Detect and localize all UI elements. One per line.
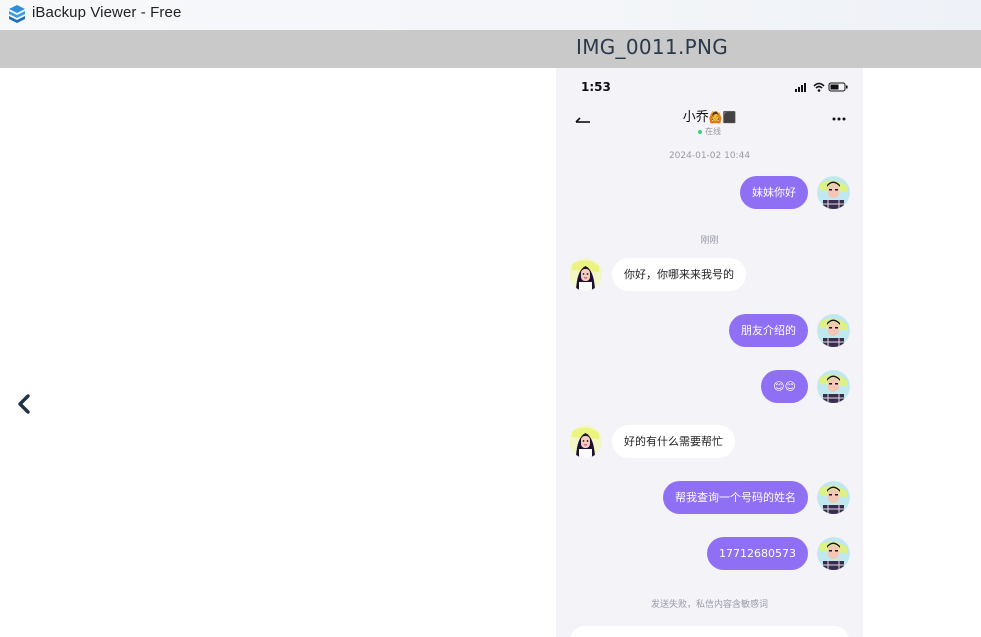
chat-timestamp: 2024-01-02 10:44 [668, 151, 751, 161]
image-filename: IMG_0011.PNG [576, 35, 729, 59]
status-bar-icons [795, 82, 848, 92]
online-status-text: 在线 [705, 127, 721, 136]
chevron-left-icon[interactable] [14, 392, 36, 416]
online-status: 在线 [556, 126, 863, 137]
received-message[interactable]: 好的有什么需要帮忙 [612, 425, 735, 458]
file-name-bar: IMG_0011.PNG [0, 30, 981, 68]
image-preview: 1:53 小乔🙆⬛ 在线 2024-01-02 10:44 妹妹你好 刚刚 你好… [556, 68, 863, 637]
signal-icon [795, 83, 806, 92]
my-avatar [817, 176, 850, 209]
my-avatar [817, 314, 850, 347]
contact-name-text: 小乔 [682, 110, 709, 125]
contact-name-emoji: 🙆⬛ [708, 111, 737, 124]
window-title-bar: iBackup Viewer - Free [0, 0, 981, 30]
more-options-icon[interactable] [831, 116, 847, 122]
contact-avatar [569, 258, 602, 291]
sent-message[interactable]: 帮我查询一个号码的姓名 [663, 481, 808, 514]
contact-avatar [569, 425, 602, 458]
sent-message[interactable]: 17712680573 [707, 537, 808, 570]
sent-message[interactable]: 朋友介绍的 [729, 314, 808, 347]
chat-contact-name: 小乔🙆⬛ [556, 106, 863, 125]
ibackup-logo-icon [9, 5, 25, 23]
status-bar-time: 1:53 [581, 80, 611, 94]
my-avatar [817, 370, 850, 403]
sent-message[interactable]: 妹妹你好 [740, 176, 808, 209]
my-avatar [817, 537, 850, 570]
battery-icon [828, 82, 848, 92]
wifi-icon [813, 82, 825, 92]
sent-message[interactable]: 😊😊 [761, 370, 808, 403]
online-dot-icon [698, 129, 702, 134]
my-avatar [817, 481, 850, 514]
message-input[interactable] [570, 626, 849, 637]
chat-timestamp: 刚刚 [700, 236, 719, 246]
send-failed-notice: 发送失败，私信内容含敏感词 [650, 600, 768, 610]
received-message[interactable]: 你好，你哪来来我号的 [612, 258, 746, 291]
window-title: iBackup Viewer - Free [32, 4, 182, 21]
